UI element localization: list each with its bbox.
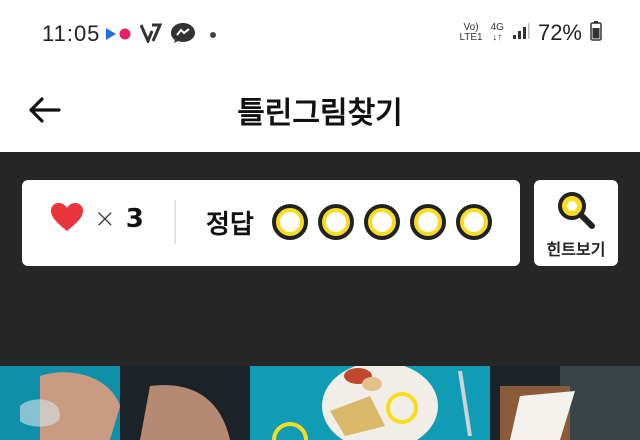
notification-icons — [106, 22, 216, 48]
score-panel: × 3 정답 — [22, 180, 520, 266]
answer-slot-5 — [456, 204, 492, 240]
answer-slot-3 — [364, 204, 400, 240]
lives-count: 3 — [125, 204, 144, 234]
answer-slot-1 — [272, 204, 308, 240]
hint-button[interactable]: 힌트보기 — [534, 180, 618, 266]
status-time: 11:05 — [42, 21, 101, 46]
answer-slot-2 — [318, 204, 354, 240]
battery-percent: 72% — [537, 20, 582, 45]
heart-icon — [50, 202, 84, 236]
volte-bottom-label: LTE1 — [459, 32, 483, 43]
answer-label: 정답 — [206, 210, 254, 240]
signal-icon — [512, 22, 530, 44]
app-header: 틀린그림찾기 — [0, 72, 640, 152]
puzzle-image[interactable] — [0, 366, 640, 440]
status-bar: 11:05 Vo) LTE1 4G ↓↑ 72% — [0, 0, 640, 72]
lives-multiply-sign: × — [94, 204, 116, 234]
magnifier-icon — [556, 190, 596, 234]
lives-indicator: × 3 — [50, 202, 144, 236]
data-arrows-label: ↓↑ — [492, 32, 503, 43]
page-title: 틀린그림찾기 — [237, 96, 403, 131]
system-indicators: Vo) LTE1 4G ↓↑ 72% — [459, 20, 602, 46]
dot-icon — [210, 32, 216, 38]
puzzle-photo-illustration — [0, 366, 640, 440]
game-panel: × 3 정답 힌트보기 — [0, 152, 640, 366]
data-indicator: 4G ↓↑ — [491, 23, 504, 43]
volte-indicator: Vo) LTE1 — [459, 23, 482, 43]
answer-slot-4 — [410, 204, 446, 240]
answer-progress — [272, 204, 492, 240]
battery-icon — [590, 21, 602, 45]
divider — [174, 200, 176, 244]
messenger-icon — [170, 22, 196, 48]
flickr-dots-icon — [106, 26, 132, 45]
hint-label: 힌트보기 — [546, 240, 606, 259]
v-checkmark-icon — [139, 23, 163, 47]
